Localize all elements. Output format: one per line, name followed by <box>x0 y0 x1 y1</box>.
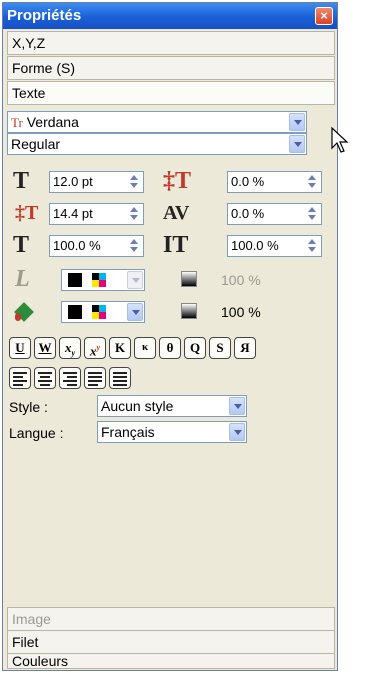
font-size-value: 12.0 pt <box>53 174 93 189</box>
spinner-arrows-icon[interactable] <box>305 238 319 254</box>
kerning-spinner[interactable]: 0.0 % <box>227 203 322 225</box>
subscript-button[interactable]: xy <box>59 337 81 359</box>
leading-value: 14.4 pt <box>53 206 93 221</box>
fill-swatch <box>68 305 82 319</box>
chevron-down-icon[interactable] <box>229 423 245 441</box>
leading-spinner[interactable]: 14.4 pt <box>49 203 144 225</box>
section-xyz-label: X,Y,Z <box>12 35 46 51</box>
section-couleurs-label: Couleurs <box>12 653 69 669</box>
letter-spacing-value: 0.0 % <box>231 174 265 189</box>
superscript-button[interactable]: xy <box>84 337 106 359</box>
letter-spacing-spinner[interactable]: 0.0 % <box>227 171 322 193</box>
spinner-arrows-icon[interactable] <box>127 206 141 222</box>
section-image[interactable]: Image <box>7 607 335 631</box>
uppercase-button[interactable]: K <box>109 337 131 359</box>
font-style-value: Regular <box>11 136 61 152</box>
chevron-down-icon[interactable] <box>229 397 245 415</box>
align-center-button[interactable] <box>34 367 56 389</box>
justify-button[interactable] <box>84 367 106 389</box>
spinner-arrows-icon[interactable] <box>305 174 319 190</box>
horizontal-scale-spinner[interactable]: 100.0 % <box>49 235 144 257</box>
cmyk-icon <box>92 305 106 319</box>
cmyk-icon <box>92 273 106 287</box>
section-texte[interactable]: Texte <box>7 81 335 105</box>
fill-opacity-value: 100 % <box>221 304 261 320</box>
letter-spacing-icon: ‡T <box>163 168 192 194</box>
panel-title: Propriétés <box>7 7 82 24</box>
vertical-scale-value: 100.0 % <box>231 238 279 253</box>
word-underline-button[interactable]: W <box>34 337 56 359</box>
stroke-opacity-gradient[interactable] <box>181 271 197 287</box>
section-image-label: Image <box>12 611 51 627</box>
strikethrough-button[interactable]: θ <box>159 337 181 359</box>
justify-all-button[interactable] <box>109 367 131 389</box>
kerning-icon: AV <box>163 202 190 224</box>
mouse-cursor-icon <box>331 126 349 153</box>
underline-button[interactable]: U <box>9 337 31 359</box>
spinner-arrows-icon[interactable] <box>127 238 141 254</box>
align-left-button[interactable] <box>9 367 31 389</box>
spinner-arrows-icon[interactable] <box>305 206 319 222</box>
shadow-button[interactable]: S <box>209 337 231 359</box>
fill-color-select[interactable] <box>61 301 145 323</box>
language-select[interactable]: Français <box>97 421 247 443</box>
section-forme[interactable]: Forme (S) <box>7 56 335 80</box>
section-filet-label: Filet <box>12 634 39 650</box>
outline-button[interactable]: Q <box>184 337 206 359</box>
section-texte-label: Texte <box>12 85 46 101</box>
stroke-pen-icon: L <box>15 266 30 292</box>
section-xyz[interactable]: X,Y,Z <box>7 31 335 55</box>
vertical-scale-icon: IT <box>163 232 189 258</box>
chevron-down-icon[interactable] <box>289 135 305 153</box>
kerning-value: 0.0 % <box>231 206 265 221</box>
language-label: Langue : <box>9 425 64 441</box>
chevron-down-icon[interactable] <box>127 303 143 321</box>
leading-icon: ‡T <box>15 202 39 224</box>
stroke-swatch <box>68 273 82 287</box>
font-family-value: Verdana <box>26 114 79 130</box>
spinner-arrows-icon[interactable] <box>127 174 141 190</box>
font-size-spinner[interactable]: 12.0 pt <box>49 171 144 193</box>
mirror-button[interactable]: Я <box>234 337 256 359</box>
horizontal-scale-value: 100.0 % <box>53 238 101 253</box>
stroke-opacity-value: 100 % <box>221 272 261 288</box>
font-type-icon: Tr <box>11 115 23 130</box>
close-icon: × <box>320 8 328 23</box>
section-couleurs[interactable]: Couleurs <box>7 653 335 669</box>
align-right-button[interactable] <box>59 367 81 389</box>
font-style-select[interactable]: Regular <box>7 133 307 155</box>
style-label: Style : <box>9 399 48 415</box>
properties-panel: Propriétés × X,Y,Z Forme (S) Texte Tr Ve… <box>2 2 338 671</box>
font-size-icon: T <box>13 168 30 194</box>
font-family-select[interactable]: Tr Verdana <box>7 111 307 133</box>
stroke-color-select[interactable] <box>61 269 145 291</box>
section-filet[interactable]: Filet <box>7 630 335 654</box>
close-button[interactable]: × <box>315 7 333 25</box>
small-caps-button[interactable]: κ <box>134 337 156 359</box>
titlebar: Propriétés × <box>3 3 337 29</box>
fill-bucket-icon <box>14 302 35 322</box>
fill-opacity-gradient[interactable] <box>181 303 197 319</box>
language-value: Français <box>101 424 155 440</box>
style-select[interactable]: Aucun style <box>97 395 247 417</box>
section-forme-label: Forme (S) <box>12 60 75 76</box>
chevron-down-icon[interactable] <box>289 113 305 131</box>
chevron-down-icon[interactable] <box>127 271 143 289</box>
horizontal-scale-icon: T <box>13 232 30 258</box>
style-value: Aucun style <box>101 398 174 414</box>
vertical-scale-spinner[interactable]: 100.0 % <box>227 235 322 257</box>
